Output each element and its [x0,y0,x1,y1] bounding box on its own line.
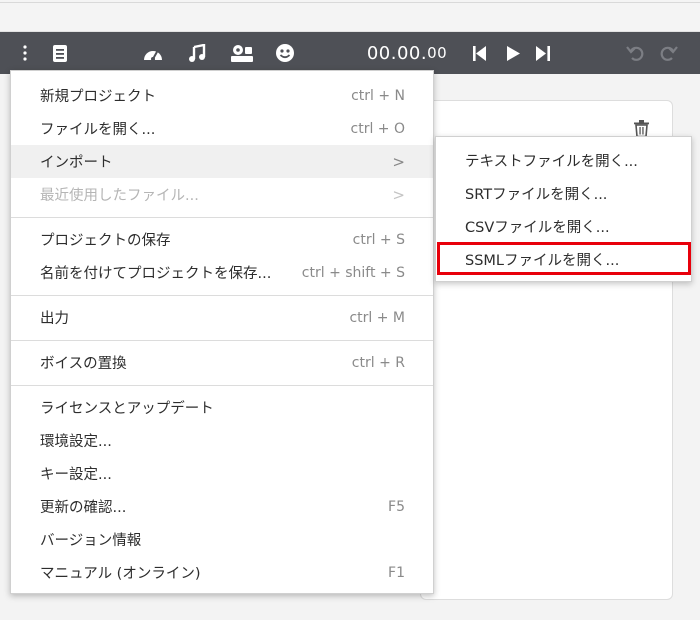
menu-separator [11,385,433,386]
menu-item-shortcut: ctrl + shift + S [301,264,405,281]
menu-item-label: 出力 [40,311,69,327]
menu-item-label: ボイスの置換 [40,356,127,372]
menu-separator [11,340,433,341]
smiley-icon[interactable] [272,32,298,74]
toolbar [0,32,700,74]
menu-item-shortcut: F1 [388,564,405,581]
skip-forward-icon[interactable] [533,32,553,74]
window-top-strip [0,0,700,32]
menu-item-recent-files[interactable]: 最近使用したファイル... > [11,178,433,211]
top-strip-line [0,2,700,3]
menu-item-version-info[interactable]: バージョン情報 [11,523,433,556]
chevron-right-icon: > [392,185,405,204]
menu-item-label: 名前を付けてプロジェクトを保存... [40,266,272,282]
submenu-item-label: CSVファイルを開く... [465,220,610,236]
menu-item-label: 新規プロジェクト [40,89,156,105]
skip-back-icon[interactable] [470,32,490,74]
menu-item-label: 最近使用したファイル... [40,188,199,204]
menu-item-new-project[interactable]: 新規プロジェクト ctrl + N [11,79,433,112]
music-note-icon[interactable] [185,32,209,74]
menu-item-label: キー設定... [40,467,112,483]
play-icon[interactable] [503,32,523,74]
menu-item-import[interactable]: インポート > [11,145,433,178]
menu-item-shortcut: ctrl + R [351,354,405,371]
undo-icon[interactable] [624,32,646,74]
menu-item-shortcut: F5 [388,498,405,515]
project-icon[interactable] [48,32,72,74]
menu-item-license-update[interactable]: ライセンスとアップデート [11,391,433,424]
submenu-item-label: テキストファイルを開く... [465,154,638,170]
chevron-right-icon: > [392,152,405,171]
menu-item-label: 環境設定... [40,434,112,450]
menu-item-label: 更新の確認... [40,500,127,516]
voice-settings-icon[interactable] [228,32,256,74]
more-vertical-icon[interactable] [16,32,34,74]
menu-item-open-file[interactable]: ファイルを開く... ctrl + O [11,112,433,145]
menu-item-label: インポート [40,155,113,171]
menu-item-replace-voice[interactable]: ボイスの置換 ctrl + R [11,346,433,379]
menu-item-shortcut: ctrl + M [349,309,405,326]
submenu-item-label: SRTファイルを開く... [465,187,608,203]
menu-item-preferences[interactable]: 環境設定... [11,424,433,457]
submenu-item-open-text-file[interactable]: テキストファイルを開く... [436,144,691,177]
speedometer-icon[interactable] [140,32,166,74]
menu-item-shortcut: ctrl + N [351,87,405,104]
submenu-item-open-srt-file[interactable]: SRTファイルを開く... [436,177,691,210]
timecode-display: 00.00. 00 [362,32,452,74]
file-menu: 新規プロジェクト ctrl + N ファイルを開く... ctrl + O イン… [10,70,434,594]
timecode-main: 00.00. [366,42,428,64]
highlight-box [437,242,691,275]
submenu-item-open-csv-file[interactable]: CSVファイルを開く... [436,210,691,243]
menu-item-label: ファイルを開く... [40,122,156,138]
menu-item-save-project[interactable]: プロジェクトの保存 ctrl + S [11,223,433,256]
menu-item-save-project-as[interactable]: 名前を付けてプロジェクトを保存... ctrl + shift + S [11,256,433,289]
menu-separator [11,295,433,296]
menu-item-shortcut: ctrl + O [350,120,405,137]
menu-item-shortcut: ctrl + S [352,231,405,248]
redo-icon[interactable] [658,32,680,74]
menu-item-label: プロジェクトの保存 [40,233,171,249]
menu-item-manual-online[interactable]: マニュアル (オンライン) F1 [11,556,433,589]
menu-item-key-settings[interactable]: キー設定... [11,457,433,490]
menu-item-export[interactable]: 出力 ctrl + M [11,301,433,334]
timecode-small: 00 [427,44,448,62]
menu-item-label: マニュアル (オンライン) [40,566,201,582]
menu-item-label: ライセンスとアップデート [40,401,214,417]
menu-item-check-updates[interactable]: 更新の確認... F5 [11,490,433,523]
menu-separator [11,217,433,218]
menu-item-label: バージョン情報 [40,533,142,549]
